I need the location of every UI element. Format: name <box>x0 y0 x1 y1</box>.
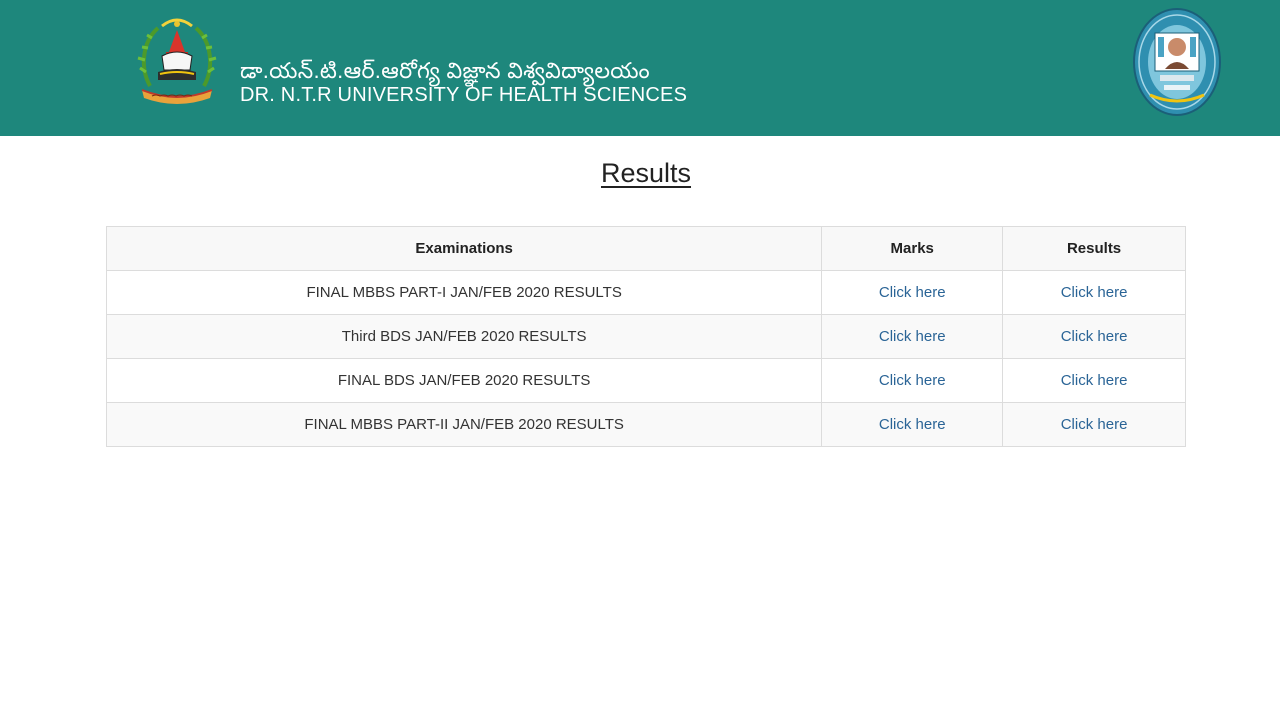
results-link[interactable]: Click here <box>1061 328 1128 345</box>
table-row: FINAL BDS JAN/FEB 2020 RESULTS Click her… <box>105 358 1186 403</box>
marks-cell: Click here <box>821 402 1004 447</box>
results-table: Examinations Marks Results FINAL MBBS PA… <box>105 226 1186 447</box>
brand-name-english: DR. N.T.R UNIVERSITY OF HEALTH SCIENCES <box>240 84 688 106</box>
university-emblem-icon[interactable] <box>136 12 218 106</box>
table-header-row: Examinations Marks Results <box>105 226 1186 271</box>
results-cell: Click here <box>1002 402 1186 447</box>
marks-cell: Click here <box>821 358 1004 403</box>
table-row: FINAL MBBS PART-II JAN/FEB 2020 RESULTS … <box>105 402 1186 447</box>
results-link[interactable]: Click here <box>1061 372 1128 389</box>
results-cell: Click here <box>1002 358 1186 403</box>
results-link[interactable]: Click here <box>1061 416 1128 433</box>
marks-link[interactable]: Click here <box>879 328 946 345</box>
table-row: Third BDS JAN/FEB 2020 RESULTS Click her… <box>105 314 1186 359</box>
results-cell: Click here <box>1002 270 1186 315</box>
marks-link[interactable]: Click here <box>879 372 946 389</box>
exam-name: FINAL MBBS PART-I JAN/FEB 2020 RESULTS <box>105 270 823 315</box>
marks-link[interactable]: Click here <box>879 284 946 301</box>
page-title: Results <box>600 158 692 188</box>
marks-link[interactable]: Click here <box>879 416 946 433</box>
brand-name-telugu: డా.యన్.టి.ఆర్.ఆరోగ్య విజ్ఞాన విశ్వవిద్యా… <box>240 58 650 83</box>
site-header: డా.యన్.టి.ఆర్.ఆరోగ్య విజ్ఞాన విశ్వవిద్యా… <box>0 0 1280 136</box>
university-brand: డా.యన్.టి.ఆర్.ఆరోగ్య విజ్ఞాన విశ్వవిద్యా… <box>240 58 687 106</box>
results-link[interactable]: Click here <box>1061 284 1128 301</box>
exam-name: FINAL MBBS PART-II JAN/FEB 2020 RESULTS <box>105 402 823 447</box>
marks-cell: Click here <box>821 314 1004 359</box>
naac-seal-icon <box>1132 7 1222 117</box>
column-header-results: Results <box>1002 226 1186 271</box>
results-cell: Click here <box>1002 314 1186 359</box>
exam-name: FINAL BDS JAN/FEB 2020 RESULTS <box>105 358 823 403</box>
column-header-examinations: Examinations <box>105 226 823 271</box>
marks-cell: Click here <box>821 270 1004 315</box>
table-row: FINAL MBBS PART-I JAN/FEB 2020 RESULTS C… <box>105 270 1186 315</box>
column-header-marks: Marks <box>821 226 1004 271</box>
exam-name: Third BDS JAN/FEB 2020 RESULTS <box>105 314 823 359</box>
